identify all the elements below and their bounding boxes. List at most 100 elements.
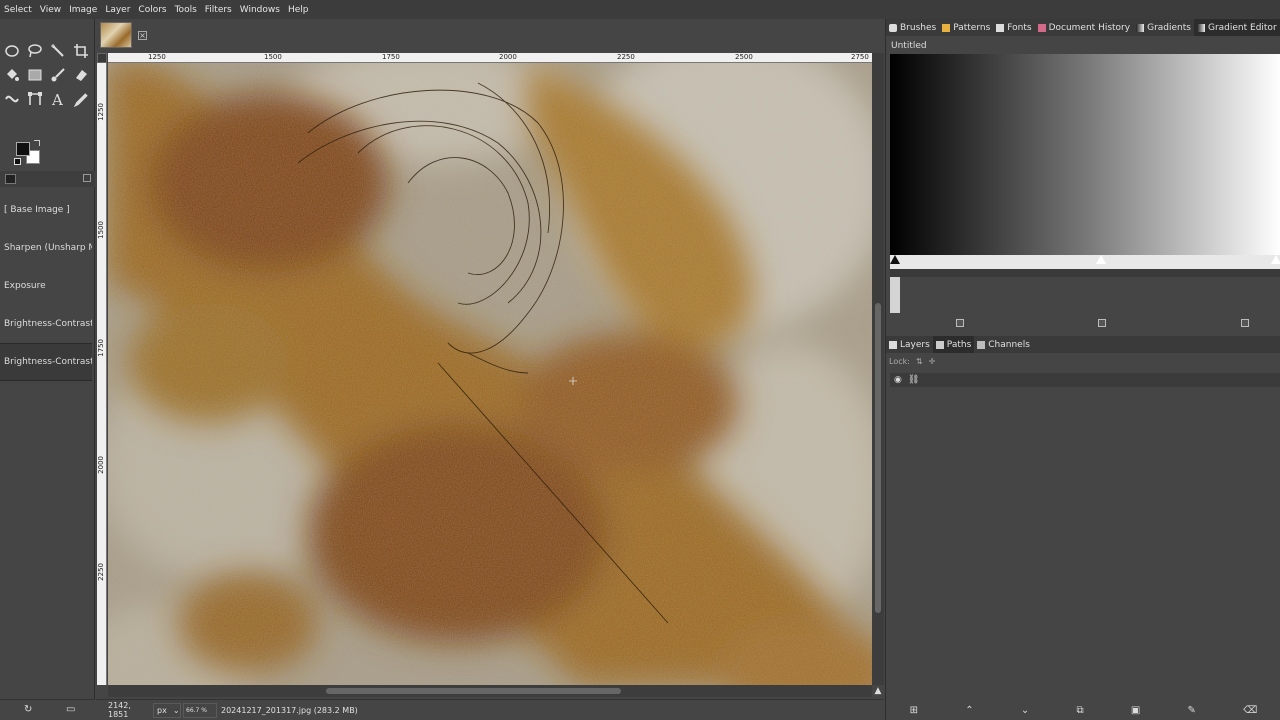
image-canvas[interactable] [108, 63, 872, 685]
ellipse-select-icon [4, 45, 19, 57]
ellipse-select-tool[interactable] [0, 41, 23, 61]
free-select-tool[interactable] [23, 41, 46, 61]
horizontal-scroll-thumb[interactable] [326, 688, 621, 694]
menu-tools[interactable]: Tools [171, 5, 201, 15]
gradient-stop-left[interactable] [890, 255, 900, 264]
navigate-icon[interactable]: ▲ [873, 686, 883, 696]
gradient-preview[interactable] [890, 54, 1280, 274]
menu-colors[interactable]: Colors [134, 5, 170, 15]
visibility-eye-icon[interactable]: ◉ [894, 375, 902, 385]
undo-history-icon [5, 174, 16, 184]
zoom-select[interactable]: 66.7 % [183, 702, 217, 718]
chain-link-icon[interactable]: ⛓ [908, 375, 919, 385]
duplicate-path-icon[interactable]: ⧉ [1076, 705, 1083, 716]
tab-document-history[interactable]: Document History [1035, 19, 1134, 36]
tab-label: Channels [988, 339, 1030, 350]
image-thumbnail[interactable] [100, 22, 132, 48]
zoom-out-icon[interactable] [956, 319, 964, 327]
color-picker-tool[interactable] [69, 89, 92, 109]
warp-tool[interactable] [0, 89, 23, 109]
tab-paths[interactable]: Paths [932, 336, 975, 353]
gradient-zoom-thumb[interactable] [890, 277, 900, 313]
tab-patterns[interactable]: Patterns [939, 19, 993, 36]
eraser-tool[interactable] [69, 65, 92, 85]
clear-history-icon[interactable]: ▭ [66, 704, 75, 715]
history-item[interactable]: Brightness-Contrast [0, 305, 92, 343]
close-image-icon[interactable]: × [138, 31, 147, 40]
menu-layer[interactable]: Layer [101, 5, 134, 15]
patterns-icon [942, 23, 951, 32]
lower-path-icon[interactable]: ⌄ [1021, 705, 1029, 716]
canvas-image [108, 63, 872, 685]
vertical-ruler[interactable]: 1250 1500 1750 2000 2250 [97, 63, 107, 685]
right-dock: Brushes Patterns Fonts Document History … [885, 19, 1280, 720]
ruler-corner[interactable] [97, 53, 107, 63]
gradient-midpoint[interactable] [1096, 255, 1106, 264]
crop-tool[interactable] [69, 41, 92, 61]
ruler-tick-label: 1750 [382, 53, 400, 61]
history-item[interactable]: Exposure [0, 267, 92, 305]
tab-channels[interactable]: Channels [974, 336, 1033, 353]
horizontal-ruler[interactable]: 1250 1500 1750 2000 2250 2500 2750 [108, 53, 872, 63]
panel-menu-icon[interactable] [83, 174, 91, 182]
zoom-in-icon[interactable] [1098, 319, 1106, 327]
paintbrush-tool[interactable] [46, 65, 69, 85]
unit-select[interactable]: px ⌄ [153, 702, 181, 718]
undo-history-tab[interactable] [0, 171, 95, 187]
menu-image[interactable]: Image [65, 5, 101, 15]
ruler-tick-label: 1250 [97, 103, 105, 121]
horizontal-scrollbar[interactable] [108, 685, 872, 697]
brush-icon [51, 68, 65, 82]
ruler-tick-label: 1250 [148, 53, 166, 61]
tab-gradients[interactable]: Gradients [1133, 19, 1194, 36]
stroke-path-icon[interactable]: ✎ [1188, 705, 1196, 716]
ruler-tick-label: 2250 [97, 563, 105, 581]
ruler-tick-label: 1750 [97, 339, 105, 357]
ruler-tick-label: 2500 [735, 53, 753, 61]
vertical-scrollbar[interactable] [872, 53, 884, 685]
undo-history-list: [ Base Image ] Sharpen (Unsharp Ma Expos… [0, 191, 92, 381]
lock-path-icon[interactable]: ⇅ [916, 357, 923, 366]
tab-brushes[interactable]: Brushes [886, 19, 939, 36]
menu-view[interactable]: View [36, 5, 65, 15]
fill-tool[interactable] [0, 65, 23, 85]
paths-list[interactable]: ◉ ⛓ [890, 373, 1280, 387]
path-to-selection-icon[interactable]: ▣ [1131, 705, 1140, 716]
svg-text:A: A [51, 91, 63, 107]
gradient-name[interactable]: Untitled [891, 41, 927, 51]
text-tool[interactable]: A [46, 89, 69, 109]
zoom-all-icon[interactable] [1241, 319, 1249, 327]
gradient-tool[interactable] [23, 65, 46, 85]
gradient-icon [28, 69, 41, 81]
menu-windows[interactable]: Windows [236, 5, 284, 15]
tab-label: Paths [946, 339, 972, 350]
menu-filters[interactable]: Filters [201, 5, 236, 15]
redo-icon[interactable]: ↻ [24, 704, 32, 715]
gradient-stop-right[interactable] [1271, 255, 1280, 264]
dock-bottom-tabs: Layers Paths Channels [886, 336, 1280, 353]
crop-icon [73, 44, 88, 58]
gradient-stops-bar[interactable] [890, 255, 1280, 269]
delete-path-icon[interactable]: ⌫ [1243, 705, 1257, 716]
zoom-value: 66.7 % [186, 706, 207, 714]
tab-layers[interactable]: Layers [886, 336, 933, 353]
fuzzy-select-tool[interactable] [46, 41, 69, 61]
tab-fonts[interactable]: Fonts [993, 19, 1034, 36]
tab-gradient-editor[interactable]: Gradient Editor [1193, 19, 1280, 36]
swap-colors-icon[interactable] [34, 140, 40, 146]
new-path-icon[interactable]: ⊞ [910, 705, 918, 716]
history-item-selected[interactable]: Brightness-Contrast [0, 343, 92, 381]
vertical-scroll-thumb[interactable] [875, 303, 881, 613]
gradient-scrollbar[interactable] [890, 269, 1280, 277]
raise-path-icon[interactable]: ⌃ [965, 705, 973, 716]
history-item[interactable]: Sharpen (Unsharp Ma [0, 229, 92, 267]
menu-help[interactable]: Help [284, 5, 313, 15]
path-tool[interactable] [23, 89, 46, 109]
menu-select[interactable]: Select [0, 5, 36, 15]
history-item[interactable]: [ Base Image ] [0, 191, 92, 229]
fg-bg-colors[interactable] [14, 140, 44, 168]
foreground-color-swatch[interactable] [16, 142, 30, 156]
reset-colors-icon[interactable] [14, 158, 21, 165]
lock-position-icon[interactable]: ✛ [929, 357, 936, 366]
status-bar: 2142, 1851 px ⌄ 66.7 % 20241217_201317.jp… [96, 699, 884, 720]
